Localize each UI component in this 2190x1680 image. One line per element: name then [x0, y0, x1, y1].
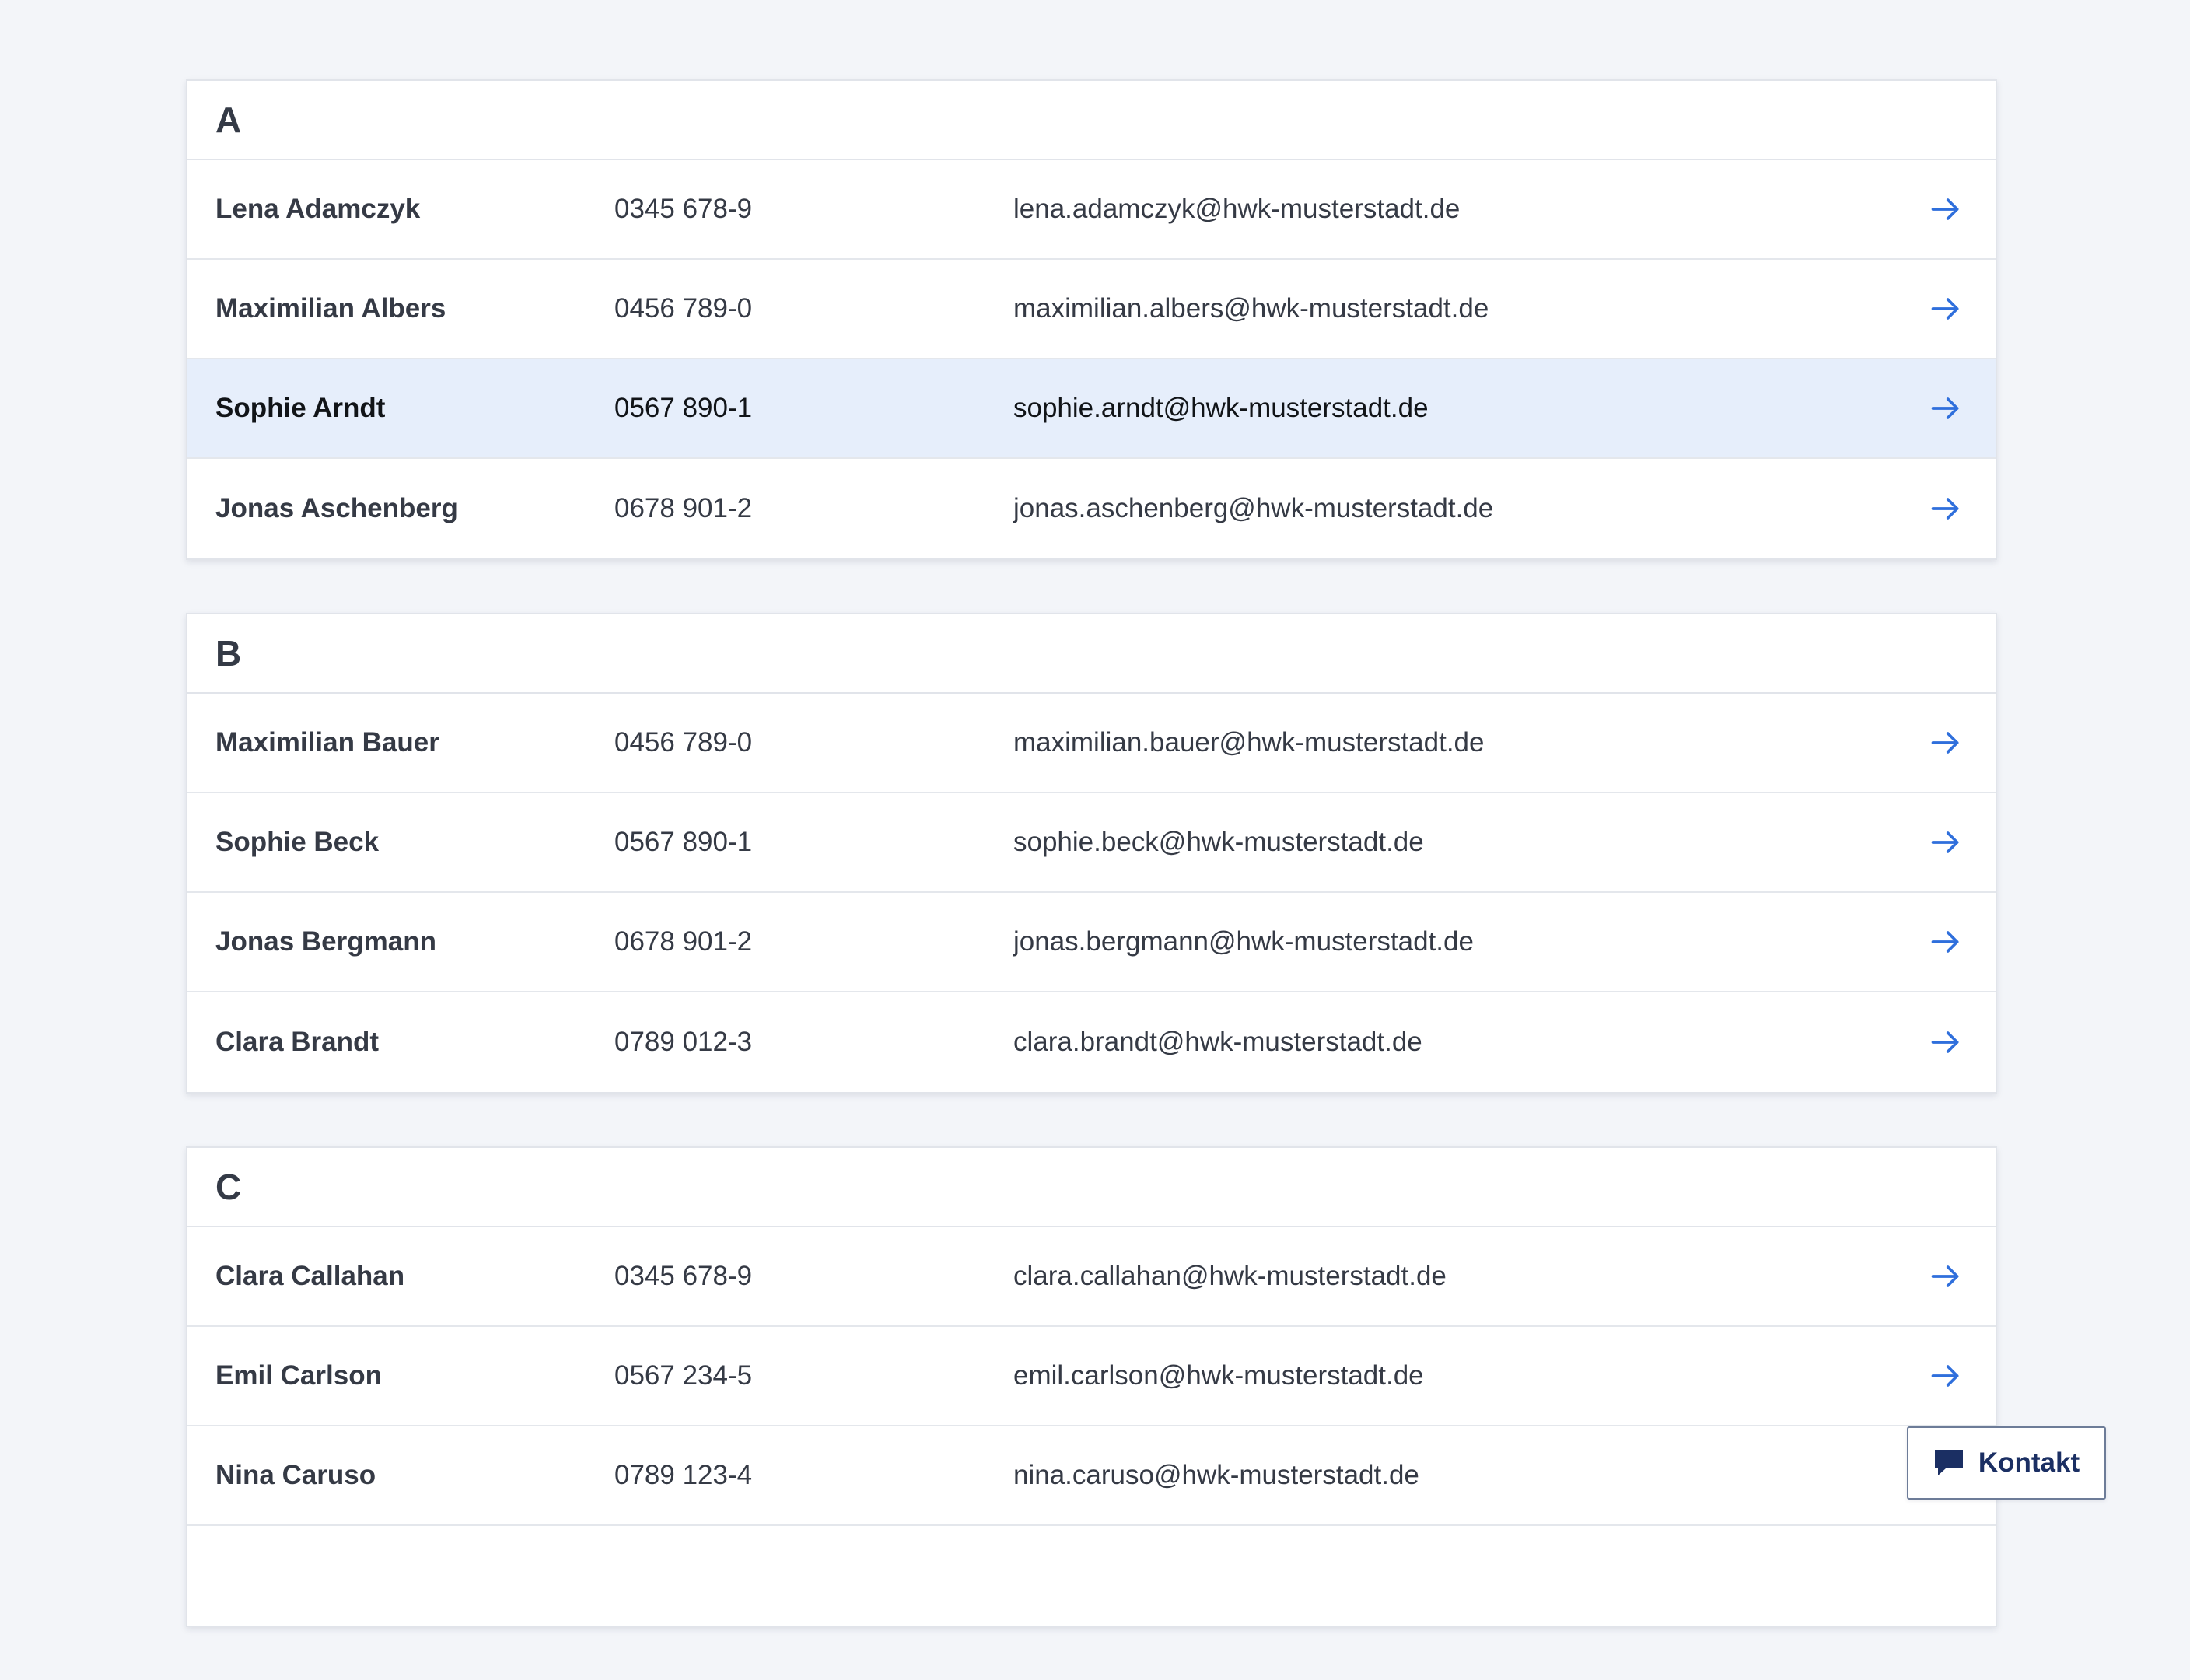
arrow-right-icon[interactable]	[1929, 192, 1963, 226]
contact-row[interactable]: Clara Callahan 0345 678-9 clara.callahan…	[187, 1227, 1996, 1327]
chat-bubble-icon	[1933, 1448, 1964, 1478]
contact-row[interactable]: Lena Adamczyk 0345 678-9 lena.adamczyk@h…	[187, 160, 1996, 260]
contact-email: nina.caruso@hwk-musterstadt.de	[1013, 1460, 1419, 1490]
contact-row[interactable]	[187, 1526, 1996, 1626]
letter-group-b: B Maximilian Bauer 0456 789-0 maximilian…	[186, 613, 1997, 1094]
contact-email: maximilian.bauer@hwk-musterstadt.de	[1013, 727, 1485, 758]
contact-email: clara.brandt@hwk-musterstadt.de	[1013, 1027, 1422, 1057]
contact-phone: 0678 901-2	[614, 493, 753, 523]
contact-name: Jonas Aschenberg	[215, 493, 458, 523]
letter-group-a: A Lena Adamczyk 0345 678-9 lena.adamczyk…	[186, 79, 1997, 560]
contact-email: jonas.bergmann@hwk-musterstadt.de	[1013, 926, 1474, 957]
contact-name: Emil Carlson	[215, 1360, 382, 1391]
group-letter: C	[215, 1167, 242, 1207]
contact-phone: 0789 012-3	[614, 1027, 753, 1057]
contact-email: lena.adamczyk@hwk-musterstadt.de	[1013, 194, 1461, 224]
contact-row[interactable]: Emil Carlson 0567 234-5 emil.carlson@hwk…	[187, 1327, 1996, 1426]
contact-name: Sophie Arndt	[215, 393, 386, 423]
contact-phone: 0789 123-4	[614, 1460, 753, 1490]
arrow-right-icon[interactable]	[1929, 925, 1963, 959]
contact-phone: 0567 890-1	[614, 827, 753, 857]
contact-phone: 0567 234-5	[614, 1360, 753, 1391]
contact-phone: 0567 890-1	[614, 393, 753, 423]
contact-name: Maximilian Bauer	[215, 727, 439, 758]
contact-email: sophie.arndt@hwk-musterstadt.de	[1013, 393, 1429, 423]
contact-name: Nina Caruso	[215, 1460, 376, 1490]
kontakt-button[interactable]: Kontakt	[1907, 1426, 2106, 1500]
kontakt-label: Kontakt	[1978, 1447, 2080, 1478]
contact-row[interactable]: Jonas Bergmann 0678 901-2 jonas.bergmann…	[187, 893, 1996, 992]
letter-group-c: C Clara Callahan 0345 678-9 clara.callah…	[186, 1146, 1997, 1627]
contact-phone: 0678 901-2	[614, 926, 753, 957]
arrow-right-icon[interactable]	[1929, 1359, 1963, 1393]
contact-row[interactable]: Sophie Arndt 0567 890-1 sophie.arndt@hwk…	[187, 359, 1996, 459]
letter-group-header: B	[187, 614, 1996, 694]
contact-name: Lena Adamczyk	[215, 194, 421, 224]
contact-row[interactable]: Maximilian Bauer 0456 789-0 maximilian.b…	[187, 694, 1996, 793]
contact-phone: 0456 789-0	[614, 727, 753, 758]
arrow-right-icon[interactable]	[1929, 391, 1963, 425]
contact-name: Clara Callahan	[215, 1261, 405, 1291]
contact-row[interactable]: Nina Caruso 0789 123-4 nina.caruso@hwk-m…	[187, 1426, 1996, 1526]
contact-directory: A Lena Adamczyk 0345 678-9 lena.adamczyk…	[186, 79, 1997, 1680]
contact-email: emil.carlson@hwk-musterstadt.de	[1013, 1360, 1424, 1391]
arrow-right-icon[interactable]	[1929, 1259, 1963, 1293]
arrow-right-icon[interactable]	[1929, 726, 1963, 760]
arrow-right-icon[interactable]	[1929, 1025, 1963, 1059]
contact-phone: 0345 678-9	[614, 194, 753, 224]
letter-group-header: C	[187, 1148, 1996, 1227]
arrow-right-icon[interactable]	[1929, 825, 1963, 859]
contact-email: sophie.beck@hwk-musterstadt.de	[1013, 827, 1424, 857]
contact-row[interactable]: Maximilian Albers 0456 789-0 maximilian.…	[187, 260, 1996, 359]
contact-email: maximilian.albers@hwk-musterstadt.de	[1013, 293, 1489, 324]
contact-name: Sophie Beck	[215, 827, 380, 857]
letter-group-header: A	[187, 81, 1996, 160]
arrow-right-icon[interactable]	[1929, 492, 1963, 526]
arrow-right-icon[interactable]	[1929, 292, 1963, 326]
contact-name: Maximilian Albers	[215, 293, 446, 324]
contact-email: jonas.aschenberg@hwk-musterstadt.de	[1013, 493, 1494, 523]
contact-phone: 0345 678-9	[614, 1261, 753, 1291]
contact-name: Clara Brandt	[215, 1027, 380, 1057]
group-letter: A	[215, 100, 242, 140]
group-letter: B	[215, 633, 242, 674]
contact-email: clara.callahan@hwk-musterstadt.de	[1013, 1261, 1447, 1291]
contact-row[interactable]: Clara Brandt 0789 012-3 clara.brandt@hwk…	[187, 992, 1996, 1092]
contact-row[interactable]: Sophie Beck 0567 890-1 sophie.beck@hwk-m…	[187, 793, 1996, 893]
contact-phone: 0456 789-0	[614, 293, 753, 324]
contact-row[interactable]: Jonas Aschenberg 0678 901-2 jonas.aschen…	[187, 459, 1996, 558]
contact-name: Jonas Bergmann	[215, 926, 436, 957]
